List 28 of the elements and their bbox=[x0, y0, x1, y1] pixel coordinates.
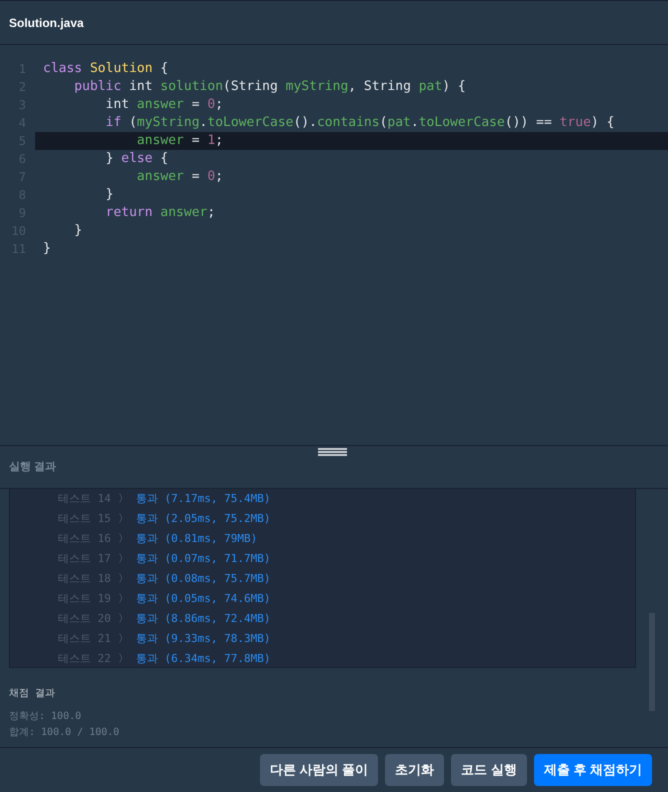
separator: 〉 bbox=[118, 510, 129, 527]
test-result: 통과 (0.05ms, 74.6MB) bbox=[136, 590, 270, 607]
test-result: 통과 (0.07ms, 71.7MB) bbox=[136, 550, 270, 567]
score-line: 합계: 100.0 / 100.0 bbox=[9, 726, 120, 740]
test-result: 통과 (0.08ms, 75.7MB) bbox=[136, 570, 270, 587]
action-button[interactable]: 제출 후 채점하기 bbox=[534, 754, 652, 786]
test-result: 통과 (8.86ms, 72.4MB) bbox=[136, 610, 270, 627]
separator: 〉 bbox=[118, 570, 129, 587]
resize-handle[interactable] bbox=[318, 448, 347, 456]
file-tab[interactable]: Solution.java bbox=[9, 14, 84, 32]
test-result: 통과 (7.17ms, 75.4MB) bbox=[136, 490, 270, 507]
action-button[interactable]: 초기화 bbox=[385, 754, 444, 786]
separator: 〉 bbox=[118, 490, 129, 507]
action-button[interactable]: 코드 실행 bbox=[451, 754, 527, 786]
test-result: 통과 (6.34ms, 77.8MB) bbox=[136, 650, 270, 667]
results-title: 실행 결과 bbox=[9, 460, 56, 475]
action-button[interactable]: 다른 사람의 풀이 bbox=[260, 754, 378, 786]
separator: 〉 bbox=[118, 530, 129, 547]
separator: 〉 bbox=[118, 610, 129, 627]
test-result: 통과 (9.33ms, 78.3MB) bbox=[136, 630, 270, 647]
separator: 〉 bbox=[118, 550, 129, 567]
separator: 〉 bbox=[118, 650, 129, 667]
separator: 〉 bbox=[118, 630, 129, 647]
score-title: 채점 결과 bbox=[9, 687, 56, 701]
score-line: 정확성: 100.0 bbox=[9, 710, 82, 724]
test-result: 통과 (0.81ms, 79MB) bbox=[136, 530, 258, 547]
test-result: 통과 (2.05ms, 75.2MB) bbox=[136, 510, 270, 527]
separator: 〉 bbox=[118, 590, 129, 607]
